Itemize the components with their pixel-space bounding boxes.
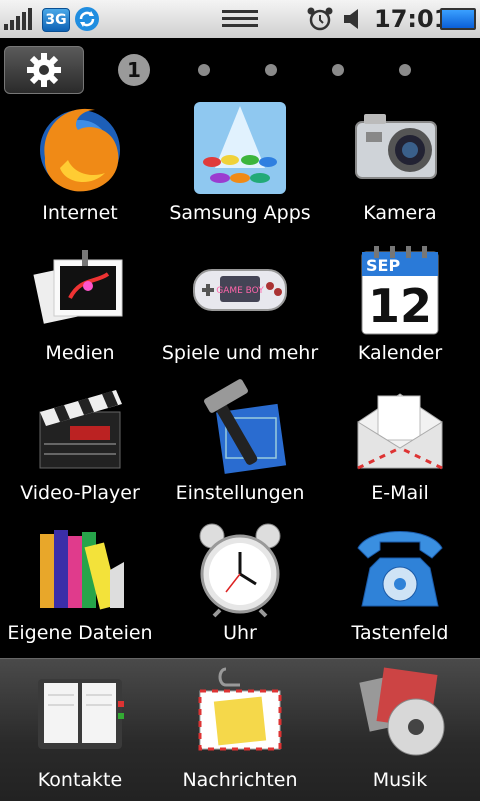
app-label: Medien — [45, 342, 115, 364]
messages-icon — [198, 667, 282, 751]
signal-strength-icon — [4, 8, 32, 30]
edit-home-button[interactable] — [4, 46, 84, 94]
dock-nachrichten[interactable]: Nachrichten — [160, 661, 320, 801]
volume-icon — [344, 9, 358, 29]
app-uhr[interactable]: Uhr — [160, 518, 320, 658]
app-email[interactable]: E-Mail — [320, 378, 480, 518]
app-medien[interactable]: Medien — [0, 238, 160, 378]
app-label: Kalender — [357, 342, 443, 364]
app-label: Internet — [42, 202, 118, 224]
status-bar[interactable]: 3G 17:01 — [0, 0, 480, 38]
app-video-player[interactable]: Video-Player — [0, 378, 160, 518]
page-indicator-current[interactable]: 1 — [118, 54, 150, 86]
app-label: Musik — [372, 769, 428, 791]
app-einstellungen[interactable]: Einstellungen — [160, 378, 320, 518]
app-label: Video-Player — [20, 482, 140, 504]
page-indicator-dot[interactable] — [198, 64, 210, 76]
page-indicator-dot[interactable] — [399, 64, 411, 76]
music-album-icon — [359, 667, 445, 756]
dock: Kontakte Nachrichten Musik — [0, 658, 480, 801]
app-label: Spiele und mehr — [161, 342, 319, 364]
app-label: Uhr — [223, 622, 257, 644]
alarm-icon — [307, 7, 333, 31]
media-photos-icon — [33, 250, 123, 324]
dock-kontakte[interactable]: Kontakte — [0, 661, 160, 801]
books-icon — [40, 530, 124, 610]
envelope-icon — [357, 393, 443, 470]
gear-icon — [27, 53, 61, 87]
sync-icon — [75, 7, 99, 31]
firefox-icon — [40, 108, 120, 192]
app-label: Einstellungen — [175, 482, 305, 504]
notification-handle-icon[interactable] — [222, 8, 258, 30]
calendar-month: SEP — [366, 256, 400, 275]
app-label: Kontakte — [37, 769, 123, 791]
settings-tools-icon — [204, 379, 287, 474]
app-samsung-apps[interactable]: Samsung Apps — [160, 98, 320, 238]
clapperboard-icon — [39, 390, 122, 469]
app-label: Samsung Apps — [169, 202, 311, 224]
app-label: E-Mail — [371, 482, 429, 504]
page-indicator-dot[interactable] — [265, 64, 277, 76]
address-book-icon — [38, 679, 124, 749]
calendar-icon: SEP 12 — [361, 246, 439, 335]
app-label: Eigene Dateien — [7, 622, 153, 644]
status-clock: 17:01 — [374, 5, 451, 33]
page-indicator-dot[interactable] — [332, 64, 344, 76]
app-kalender[interactable]: SEP 12 Kalender — [320, 238, 480, 378]
dock-musik[interactable]: Musik — [320, 661, 480, 801]
network-type-badge: 3G — [42, 8, 70, 32]
samsung-apps-icon — [194, 102, 286, 194]
svg-text:GAME BOY: GAME BOY — [216, 286, 264, 296]
app-eigene-dateien[interactable]: Eigene Dateien — [0, 518, 160, 658]
app-label: Tastenfeld — [351, 622, 449, 644]
app-kamera[interactable]: Kamera — [320, 98, 480, 238]
camera-icon — [355, 114, 437, 179]
game-console-icon: GAME BOY — [193, 269, 287, 311]
app-spiele[interactable]: GAME BOY Spiele und mehr — [160, 238, 320, 378]
app-internet[interactable]: Internet — [0, 98, 160, 238]
app-label: Nachrichten — [182, 769, 298, 791]
app-label: Kamera — [363, 202, 437, 224]
app-tastenfeld[interactable]: Tastenfeld — [320, 518, 480, 658]
alarm-clock-icon — [199, 523, 281, 618]
telephone-icon — [357, 531, 443, 607]
battery-icon — [440, 8, 476, 30]
calendar-day: 12 — [368, 279, 432, 333]
